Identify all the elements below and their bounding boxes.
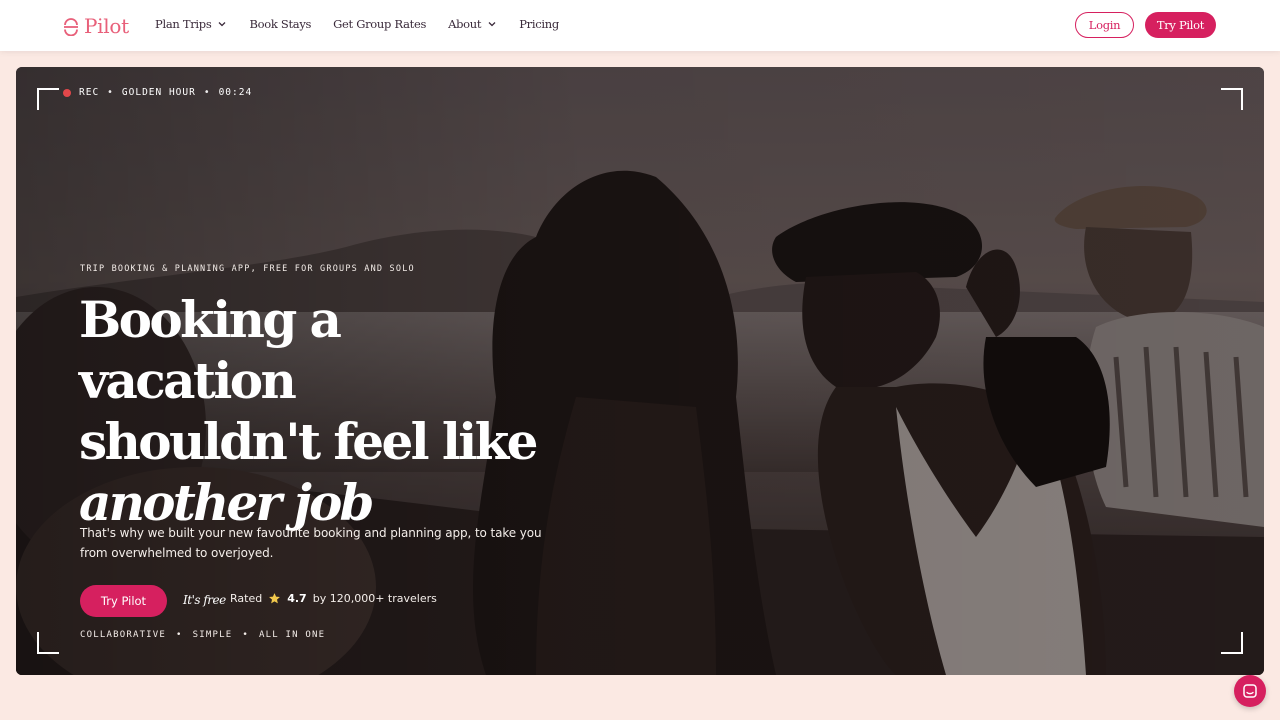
recording-indicator: REC • GOLDEN HOUR • 00:24: [63, 87, 252, 98]
frame-corner-bottom-left: [37, 632, 59, 654]
rating-suffix: by 120,000+ travelers: [312, 592, 437, 605]
login-button[interactable]: Login: [1075, 12, 1134, 38]
chevron-down-icon: [218, 22, 226, 27]
rating-score: 4.7: [287, 592, 307, 605]
rec-time: 00:24: [218, 87, 253, 98]
hero-tags: COLLABORATIVE • SIMPLE • ALL IN ONE: [80, 630, 325, 640]
nav-group-rates[interactable]: Get Group Rates: [333, 17, 426, 31]
chat-icon: [1243, 684, 1257, 698]
free-label: It's free: [183, 593, 226, 607]
nav-link-label: Pricing: [519, 17, 559, 31]
rec-status: REC: [79, 87, 100, 98]
tag: ALL IN ONE: [259, 630, 326, 640]
next-section-edge: [0, 690, 1280, 720]
nav-book-stays[interactable]: Book Stays: [249, 17, 311, 31]
frame-corner-top-right: [1221, 88, 1243, 110]
rec-mode: GOLDEN HOUR: [121, 87, 196, 98]
chat-button[interactable]: [1234, 675, 1266, 707]
nav-link-label: Get Group Rates: [333, 17, 427, 31]
frame-corner-bottom-right: [1221, 632, 1243, 654]
nav-link-label: About: [448, 17, 482, 31]
rec-separator: •: [107, 87, 114, 98]
nav-plan-trips[interactable]: Plan Trips: [155, 17, 227, 31]
top-nav: Pilot Plan Trips Book Stays Get Group Ra…: [0, 0, 1280, 51]
hero-section: REC • GOLDEN HOUR • 00:24 TRIP BOOKING &…: [16, 67, 1264, 675]
nav-link-label: Book Stays: [249, 17, 312, 31]
nav-about[interactable]: About: [448, 17, 497, 31]
try-pilot-nav-button[interactable]: Try Pilot: [1145, 12, 1216, 38]
tag: SIMPLE: [192, 630, 233, 640]
tag: COLLABORATIVE: [80, 630, 167, 640]
rating: Rated 4.7 by 120,000+ travelers: [230, 592, 437, 605]
star-icon: [269, 593, 281, 604]
headline-line-1: Booking a vacation: [79, 290, 342, 410]
chevron-down-icon: [488, 22, 496, 27]
tag-separator: •: [176, 630, 183, 640]
hero-eyebrow: TRIP BOOKING & PLANNING APP, FREE FOR GR…: [80, 264, 415, 274]
frame-corner-top-left: [37, 88, 59, 110]
nav-link-label: Plan Trips: [155, 17, 212, 31]
nav-links: Plan Trips Book Stays Get Group Rates Ab…: [155, 17, 581, 31]
logo-text: Pilot: [84, 14, 129, 38]
rating-prefix: Rated: [230, 592, 263, 605]
try-pilot-hero-button[interactable]: Try Pilot: [80, 585, 167, 617]
rec-separator: •: [203, 87, 211, 98]
headline-line-2: shouldn't feel like: [79, 412, 539, 471]
tag-separator: •: [242, 630, 250, 640]
rec-dot-icon: [63, 88, 71, 97]
hero-subtext: That's why we built your new favourite b…: [80, 526, 542, 560]
logo[interactable]: Pilot: [63, 13, 129, 39]
nav-pricing[interactable]: Pricing: [519, 17, 559, 31]
pilot-logo-icon: [64, 17, 78, 36]
hero-headline: Booking a vacation shouldn't feel like a…: [79, 289, 549, 533]
